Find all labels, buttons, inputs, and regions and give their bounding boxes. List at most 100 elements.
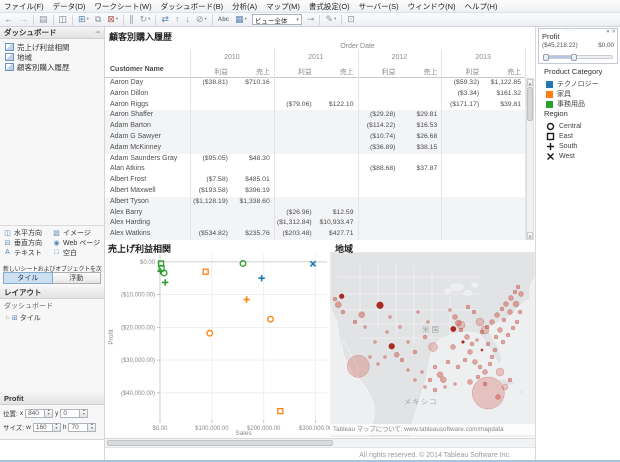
format-button[interactable]: ✎▾ (324, 14, 337, 26)
chevron-down-icon[interactable]: ▾ (148, 17, 150, 22)
size-w-field[interactable]: 160 (33, 423, 53, 432)
table-row[interactable]: Alex Watkins($534.82)$235.76($203.48)$42… (105, 229, 525, 240)
value-cell: $16.53 (399, 121, 441, 132)
value-cell: $26.68 (399, 132, 441, 143)
table-row[interactable]: Albert Maxwell($193.58)$396.19 (105, 186, 525, 197)
menu-1[interactable]: データ(D) (53, 1, 86, 12)
value-cell (399, 89, 441, 100)
category-legend-item[interactable]: 家具 (546, 89, 620, 99)
new-worksheet-button[interactable]: ⊞▾ (77, 14, 90, 26)
menu-0[interactable]: ファイル(F) (4, 1, 44, 12)
card-close-icon[interactable]: ✕ (611, 29, 616, 35)
object-image[interactable]: ▨イメージ (52, 228, 101, 237)
add-data-source-button[interactable]: ◫ (58, 14, 69, 26)
map-attribution[interactable]: Tableau マップについて: www.tableausoftware.com… (330, 424, 535, 435)
chevron-down-icon[interactable]: ▾ (205, 17, 207, 22)
menu-3[interactable]: ダッシュボード(B) (161, 1, 224, 12)
value-cell: ($7.58) (190, 175, 232, 186)
menu-2[interactable]: ワークシート(W) (95, 1, 152, 12)
table-row[interactable]: Alex Harding($1,312.84)$10,933.47 (105, 218, 525, 229)
chevron-down-icon[interactable]: ▾ (334, 17, 336, 22)
table-row[interactable]: Aaron Day($38.81)$710.16($59.32)$1,122.8… (105, 78, 525, 89)
sidebar-sheet-2[interactable]: 顧客別購入履歴 (2, 62, 102, 72)
card-menu-icon[interactable]: ▾ (607, 29, 610, 35)
show-mark-labels-button[interactable]: Abc (217, 14, 230, 26)
scroll-down-arrow[interactable]: ▼ (527, 232, 533, 239)
chevron-down-icon[interactable]: ▾ (87, 17, 89, 22)
show-me-button[interactable]: ▦▾ (234, 14, 248, 26)
table-row[interactable]: Albert Frost($7.58)$485.01 (105, 175, 525, 186)
table-row[interactable]: Albert Tyson($1,128.19)$1,338.60 (105, 197, 525, 208)
size-h-spinner[interactable]: ▲▼ (88, 423, 96, 432)
menu-9[interactable]: ヘルプ(H) (465, 1, 498, 12)
menu-5[interactable]: マップ(M) (266, 1, 300, 12)
sidebar-sheet-0[interactable]: 売上げ利益相関 (2, 42, 102, 52)
region-legend-item[interactable]: South (546, 141, 620, 151)
presentation-mode-button[interactable]: ⊡ (346, 14, 356, 26)
table-row[interactable]: Alan Atkins($88.68)$37.87 (105, 164, 525, 175)
tiled-button[interactable]: タイル (3, 272, 53, 284)
menu-6[interactable]: 書式設定(O) (309, 1, 350, 12)
card-grip-handle[interactable]: ⋯⋯ (565, 28, 577, 34)
highlight-button[interactable]: ⊘▾ (195, 14, 208, 26)
region-legend-item[interactable]: Central (546, 121, 620, 131)
sort-descending-button[interactable]: ↓ (184, 14, 191, 26)
floating-button[interactable]: 浮動 (53, 272, 102, 284)
chevron-down-icon[interactable]: ▾ (245, 17, 247, 22)
run-update-button[interactable]: ↻▾ (139, 14, 152, 26)
save-button[interactable]: ▤ (38, 14, 49, 26)
table-row[interactable]: Aaron Shaffer($29.28)$29.81 (105, 110, 525, 121)
pos-y-field[interactable]: 0 (60, 409, 80, 418)
sort-ascending-button[interactable]: ↑ (174, 14, 181, 26)
scatter-plot[interactable]: $0.00$100,000.00$200,000.00$300,000.00$0… (105, 240, 330, 437)
object-text[interactable]: Aテキスト (3, 248, 52, 257)
fix-axes-button[interactable]: ⊸ (306, 14, 316, 26)
slider-right-handle[interactable] (571, 54, 577, 61)
pos-x-field[interactable]: 840 (25, 409, 45, 418)
fit-selector[interactable]: ビュー全体▾ (252, 14, 302, 25)
duplicate-sheet-button[interactable]: ⧉ (94, 14, 102, 26)
clear-sheet-button[interactable]: ⊠▾ (106, 14, 119, 26)
chevron-down-icon[interactable]: ▾ (116, 17, 118, 22)
region-legend-item[interactable]: East (546, 131, 620, 141)
chevron-down-icon[interactable]: ▾ (296, 17, 299, 23)
size-h-field[interactable]: 70 (68, 423, 88, 432)
category-legend-item[interactable]: 事務用品 (546, 99, 620, 109)
expander-icon[interactable]: ▷ (6, 315, 10, 321)
canvas-horizontal-scrollbar[interactable] (105, 438, 535, 448)
profit-range-slider[interactable] (543, 55, 613, 59)
back-button[interactable]: ← (3, 14, 14, 26)
menu-8[interactable]: ウィンドウ(N) (408, 1, 456, 12)
table-row[interactable]: Aaron Riggs($79.06)$122.10($171.17)$39.8… (105, 100, 525, 111)
table-row[interactable]: Adam Barton($114.22)$16.53 (105, 121, 525, 132)
menu-4[interactable]: 分析(A) (232, 1, 257, 12)
table-row[interactable]: Adam Saunders Gray($95.05)$48.30 (105, 154, 525, 165)
scrollbar-thumb[interactable] (527, 87, 533, 121)
table-row[interactable]: Alex Barry($26.96)$12.59 (105, 208, 525, 219)
object-vertical[interactable]: ⊟垂直方向 (3, 238, 52, 247)
table-row[interactable]: Adam G Sawyer($10.74)$26.68 (105, 132, 525, 143)
table-row[interactable]: Adam McKinney($36.89)$38.15 (105, 143, 525, 154)
region-legend-item[interactable]: West (546, 151, 620, 161)
object-blank[interactable]: □空白 (52, 248, 101, 257)
crosstab-vertical-scrollbar[interactable]: ▲ ▼ (526, 78, 534, 240)
object-horizontal[interactable]: ◫水平方向 (3, 228, 52, 237)
category-legend-item[interactable]: テクノロジー (546, 79, 620, 89)
table-row[interactable]: Aaron Dillon($3.34)$161.32 (105, 89, 525, 100)
us-map[interactable]: 米国 メキシコ (330, 252, 535, 437)
menu-7[interactable]: サーバー(S) (359, 1, 399, 12)
layout-tree-item[interactable]: ▷ ⊞ タイル (6, 313, 102, 323)
object-web[interactable]: ◉Web ページ (52, 238, 101, 247)
size-w-spinner[interactable]: ▲▼ (53, 423, 61, 432)
pos-x-spinner[interactable]: ▲▼ (45, 409, 53, 418)
forward-button[interactable]: → (18, 14, 29, 26)
swap-rows-columns-button[interactable]: ⇄ (160, 14, 170, 26)
hscroll-thumb[interactable] (107, 440, 333, 446)
scroll-up-arrow[interactable]: ▲ (527, 79, 533, 86)
measure-header: 売上 (232, 66, 274, 76)
pause-auto-updates-button[interactable]: ∥ (128, 14, 135, 26)
sidebar-sheet-1[interactable]: 地域 (2, 52, 102, 62)
pos-y-spinner[interactable]: ▲▼ (80, 409, 88, 418)
panel-pin-icon[interactable]: ⊸ (95, 29, 100, 36)
slider-left-handle[interactable] (543, 54, 549, 61)
